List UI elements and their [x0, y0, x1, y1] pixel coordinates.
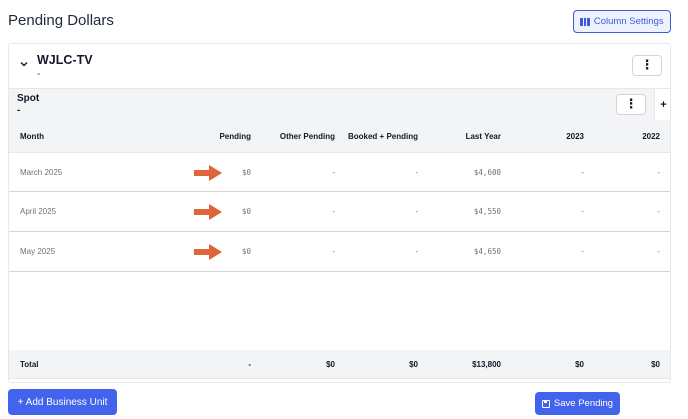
- total-2023: $0: [575, 359, 584, 369]
- kebab-menu-icon: ⋮: [640, 57, 654, 72]
- total-row: Total - $0 $0 $13,800 $0 $0: [9, 350, 670, 378]
- chevron-down-icon[interactable]: [19, 59, 29, 69]
- columns-icon: [580, 17, 590, 26]
- total-last-year: $13,800: [472, 359, 501, 369]
- header-month: Month: [20, 131, 44, 141]
- total-other-pending: $0: [326, 359, 335, 369]
- other-pending-cell: -: [332, 167, 335, 177]
- add-section-button[interactable]: +: [654, 89, 670, 121]
- header-2022: 2022: [642, 131, 660, 141]
- section-title: Spot: [17, 93, 40, 104]
- month-cell: May 2025: [20, 247, 56, 256]
- save-pending-button[interactable]: Save Pending: [535, 392, 620, 415]
- total-label: Total: [20, 359, 39, 369]
- last-year-cell: $4,550: [473, 207, 501, 216]
- other-pending-cell: -: [332, 207, 335, 216]
- year-2022-cell: -: [657, 207, 660, 216]
- business-unit-name: WJLC-TV: [37, 53, 93, 67]
- last-year-cell: $4,650: [473, 247, 501, 256]
- booked-pending-cell: -: [415, 207, 418, 216]
- year-2023-cell: -: [581, 167, 584, 177]
- header-other-pending: Other Pending: [279, 131, 335, 141]
- total-booked-pending: $0: [409, 359, 418, 369]
- total-pending: -: [248, 359, 251, 369]
- column-settings-label: Column Settings: [593, 16, 664, 27]
- header-2023: 2023: [566, 131, 584, 141]
- pending-input[interactable]: $0: [189, 192, 251, 231]
- business-unit-header: WJLC-TV - ⋮: [9, 44, 670, 88]
- save-pending-label: Save Pending: [553, 398, 614, 409]
- booked-pending-cell: -: [415, 167, 418, 177]
- kebab-menu-icon: ⋮: [624, 96, 638, 111]
- other-pending-cell: -: [332, 247, 335, 256]
- header-pending: Pending: [219, 131, 251, 141]
- business-unit-subtitle: -: [37, 69, 41, 80]
- month-cell: April 2025: [20, 207, 57, 216]
- total-2022: $0: [651, 359, 660, 369]
- last-year-cell: $4,600: [473, 167, 501, 177]
- header-last-year: Last Year: [465, 131, 501, 141]
- business-unit-menu-button[interactable]: ⋮: [632, 55, 662, 76]
- section-menu-button[interactable]: ⋮: [616, 94, 646, 115]
- year-2022-cell: -: [657, 167, 660, 177]
- pending-input[interactable]: $0: [189, 153, 251, 191]
- column-settings-button[interactable]: Column Settings: [573, 10, 671, 33]
- horizontal-scrollbar[interactable]: [9, 378, 670, 382]
- year-2023-cell: -: [581, 247, 584, 256]
- page-title: Pending Dollars: [8, 12, 114, 29]
- business-unit-card: WJLC-TV - ⋮ Spot - ⋮ + Month Pending Oth…: [8, 43, 671, 383]
- add-business-unit-button[interactable]: + Add Business Unit: [8, 389, 117, 415]
- pending-input[interactable]: $0: [189, 232, 251, 271]
- section-subtitle: -: [17, 105, 21, 116]
- table-row: April 2025 $0 - - $4,550 - -: [9, 192, 670, 232]
- table-row: March 2025 $0 - - $4,600 - -: [9, 152, 670, 192]
- section-header: Spot - ⋮ +: [9, 88, 670, 121]
- save-icon: [541, 399, 550, 408]
- month-cell: March 2025: [20, 167, 63, 177]
- table-row: May 2025 $0 - - $4,650 - -: [9, 232, 670, 272]
- booked-pending-cell: -: [415, 247, 418, 256]
- year-2023-cell: -: [581, 207, 584, 216]
- year-2022-cell: -: [657, 247, 660, 256]
- table-header: Month Pending Other Pending Booked + Pen…: [9, 120, 670, 152]
- header-booked-pending: Booked + Pending: [347, 131, 418, 141]
